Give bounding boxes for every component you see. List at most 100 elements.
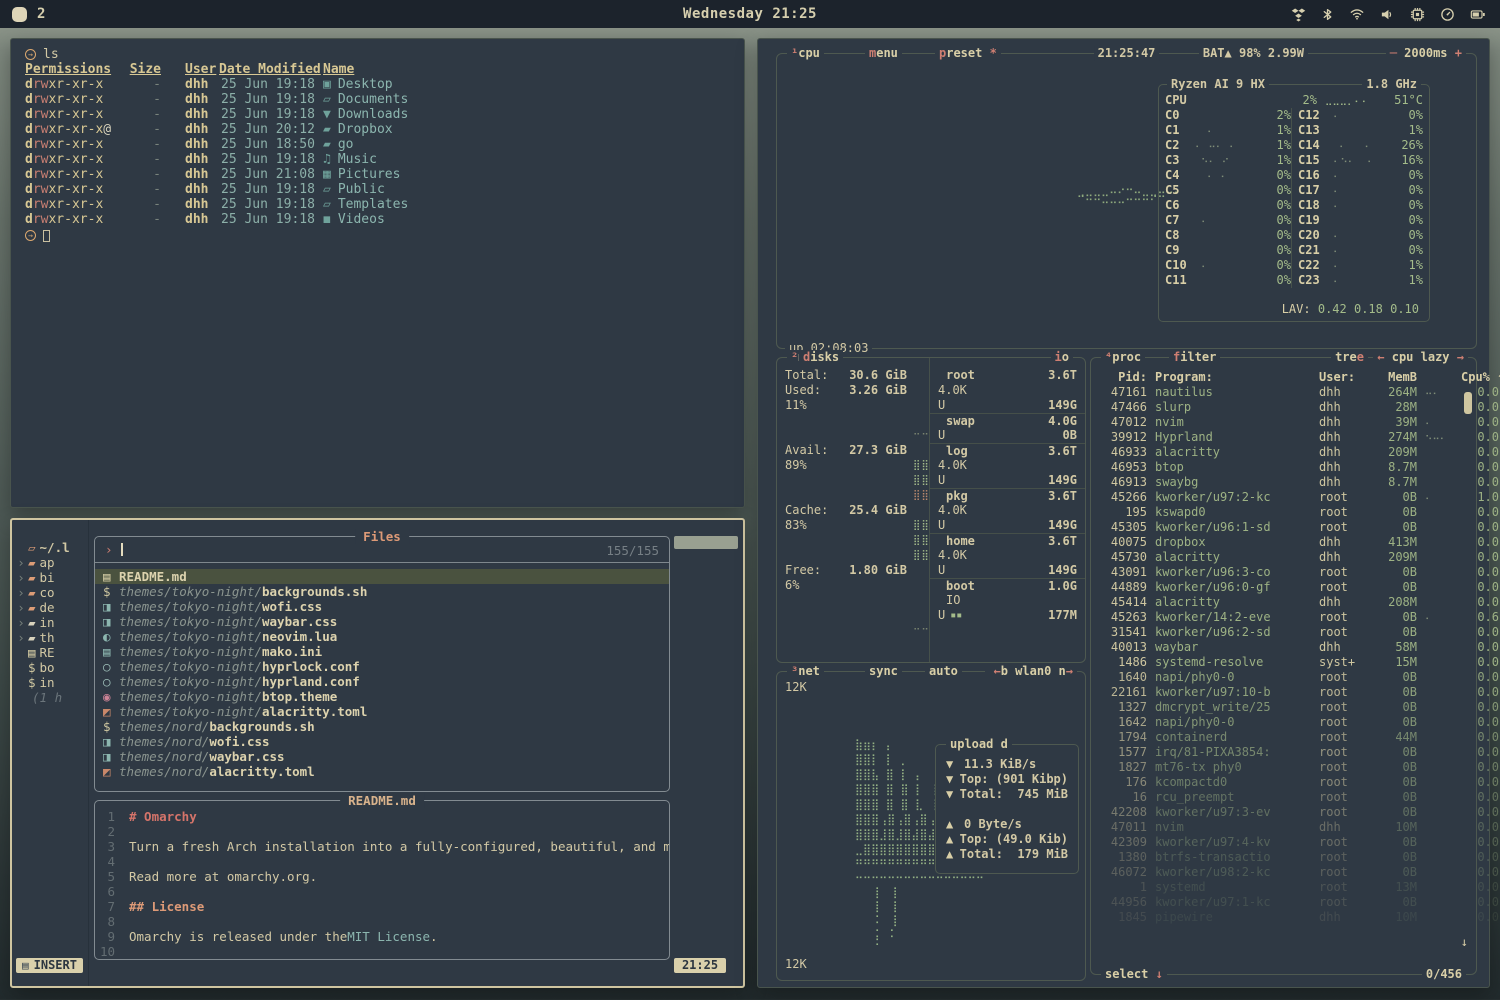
file-tree-label[interactable]: de [40, 600, 55, 615]
file-picker-item[interactable]: ◨ themes/nord/ wofi.css [95, 734, 669, 749]
workspace-number[interactable]: 2 [37, 6, 45, 22]
file-picker-item[interactable]: ◩ themes/nord/ alacritty.toml [95, 764, 669, 779]
file-picker-item[interactable]: ○ themes/tokyo-night/ hyprlock.conf [95, 659, 669, 674]
chevron-right-icon[interactable]: › [16, 555, 26, 570]
process-pid: 1486 [1101, 655, 1147, 670]
column-header-cpu[interactable]: Cpu% ↑ [1461, 370, 1499, 385]
core-label: C18 [1291, 198, 1327, 213]
file-tree-item[interactable]: › ▰ in [16, 615, 86, 630]
chevron-right-icon[interactable]: › [16, 600, 26, 615]
filter-button[interactable]: filter [1169, 350, 1220, 365]
column-header-pid[interactable]: Pid: [1101, 370, 1147, 385]
process-name: kworker/u97:4-kv [1155, 835, 1311, 850]
scrollbar-thumb[interactable] [674, 536, 738, 549]
file-picker-item[interactable]: ◩ themes/tokyo-night/ alacritty.toml [95, 704, 669, 719]
file-picker-item[interactable]: ◨ themes/tokyo-night/ waybar.css [95, 614, 669, 629]
dropbox-icon[interactable] [1291, 7, 1306, 22]
chevron-right-icon[interactable]: › [16, 585, 26, 600]
gauge-icon[interactable] [1440, 7, 1455, 22]
process-user: dhh [1319, 385, 1365, 400]
volume-icon[interactable] [1380, 7, 1395, 22]
process-cpu-graph [1425, 505, 1453, 520]
btop-window[interactable]: ¹cpu menu preset * 21:25:47 BAT▲ 98% 2.9… [757, 38, 1490, 988]
process-pid: 47161 [1101, 385, 1147, 400]
file-picker-item[interactable]: ◉ themes/tokyo-night/ btop.theme [95, 689, 669, 704]
file-tree-item[interactable]: $ bo [16, 660, 86, 675]
file-tree-label[interactable]: in [40, 615, 55, 630]
column-header-mem[interactable]: MemB [1373, 370, 1417, 385]
column-header-program[interactable]: Program: [1155, 370, 1311, 385]
file-tree-item[interactable]: ▤ RE [16, 645, 86, 660]
file-tree-item[interactable]: › ▰ ap [16, 555, 86, 570]
process-cpu-graph [1425, 400, 1453, 415]
net-sync-option[interactable]: sync [865, 664, 902, 679]
file-picker-item[interactable]: ○ themes/tokyo-night/ hyprland.conf [95, 674, 669, 689]
file-tree-label[interactable]: co [40, 585, 55, 600]
file-name: mako.ini [262, 644, 322, 659]
bluetooth-icon[interactable] [1321, 7, 1334, 22]
column-header-user[interactable]: User: [1319, 370, 1365, 385]
file-tree-item[interactable]: (1 h [16, 690, 86, 705]
net-interface-switcher[interactable]: ←b wlan0 n→ [989, 664, 1077, 679]
file-tree-label[interactable]: bo [40, 660, 55, 675]
disk-value: 177M [1048, 608, 1077, 623]
cpu-icon[interactable] [1410, 7, 1425, 22]
file-tree-label[interactable]: RE [40, 645, 55, 660]
download-stat-row: ▲ Total: 179 MiB [936, 847, 1078, 862]
ls-permissions: drwxr-xr-x@ [25, 122, 137, 137]
file-tree-sidebar[interactable]: ▱ ~/.l › ▰ ap › ▰ bi › ▰ [16, 540, 86, 705]
terminal-window[interactable]: → ls Permissions Size User Date Modified… [10, 38, 745, 508]
file-tree-label[interactable]: bi [40, 570, 55, 585]
workspace-icon[interactable] [12, 7, 27, 22]
net-auto-option[interactable]: auto [925, 664, 962, 679]
chevron-right-icon[interactable]: › [16, 630, 26, 645]
file-tree-label[interactable]: th [40, 630, 55, 645]
sort-column-selector[interactable]: ← cpu lazy → [1373, 350, 1468, 365]
neovim-window[interactable]: ▱ ~/.l › ▰ ap › ▰ bi › ▰ [10, 518, 745, 988]
process-cpu-percent: 0.0 [1461, 730, 1499, 745]
file-tree-item[interactable]: $ in [16, 675, 86, 690]
chevron-right-icon[interactable]: › [16, 615, 26, 630]
file-tree-item[interactable]: › ▰ de [16, 600, 86, 615]
file-picker-item[interactable]: ◨ themes/nord/ waybar.css [95, 749, 669, 764]
memory-stat-value: 25.4 GiB [835, 503, 907, 518]
file-tree-item[interactable]: › ▰ bi [16, 570, 86, 585]
process-memory: 0B [1373, 850, 1417, 865]
file-tree-item[interactable]: › ▰ th [16, 630, 86, 645]
core-label: C19 [1291, 213, 1327, 228]
ls-user: dhh [161, 137, 219, 152]
process-panel-title[interactable]: ⁴proc [1101, 350, 1145, 365]
cpu-panel-title[interactable]: ¹cpu [787, 46, 824, 61]
file-tree-label[interactable]: ~/.l [40, 540, 70, 555]
file-tree-label[interactable]: in [40, 675, 55, 690]
file-picker-item[interactable]: ◨ themes/tokyo-night/ wofi.css [95, 599, 669, 614]
battery-icon[interactable] [1470, 7, 1486, 22]
memory-stat-row: ⣿⣿⣿⣿⣿⣿⣿⣿⣿⣿⣿⣿ [785, 488, 929, 503]
chevron-right-icon[interactable]: › [16, 570, 26, 585]
terminal-cursor[interactable] [43, 230, 50, 242]
tree-toggle[interactable]: tree [1331, 350, 1368, 365]
file-tree-item[interactable]: ▱ ~/.l [16, 540, 86, 555]
workspace-indicator[interactable]: 2 [12, 6, 45, 22]
select-control[interactable]: select ↓ [1101, 967, 1167, 982]
file-tree-label[interactable]: (1 h [32, 690, 62, 705]
file-picker-item[interactable]: ▤ themes/tokyo-night/ mako.ini [95, 644, 669, 659]
file-picker-item[interactable]: $ themes/tokyo-night/ backgrounds.sh [95, 584, 669, 599]
file-tree-item[interactable]: › ▰ co [16, 585, 86, 600]
file-picker-item[interactable]: $ themes/nord/ backgrounds.sh [95, 719, 669, 734]
memory-meter: ⣿⣿⣿⣿⣿⣿⣿⣿⣿⣿⣿⣿ [913, 548, 929, 563]
file-tree-label[interactable]: ap [40, 555, 55, 570]
scroll-down-arrow[interactable]: ↓ [1461, 935, 1468, 950]
refresh-rate-control[interactable]: ─ 2000ms + [1386, 46, 1466, 61]
process-cpu-graph [1425, 850, 1453, 865]
process-scrollbar-thumb[interactable] [1464, 392, 1472, 414]
process-user: root [1319, 490, 1365, 505]
network-panel-title[interactable]: ³net [787, 664, 824, 679]
menu-button[interactable]: menu [865, 46, 902, 61]
file-picker-item[interactable]: ◐ themes/tokyo-night/ neovim.lua [95, 629, 669, 644]
file-picker-item[interactable]: ▤ README.md [95, 569, 669, 584]
wifi-icon[interactable] [1349, 7, 1365, 21]
disks-title[interactable]: disks [799, 350, 843, 365]
preset-button[interactable]: preset * [935, 46, 1001, 61]
process-memory: 0B [1373, 865, 1417, 880]
